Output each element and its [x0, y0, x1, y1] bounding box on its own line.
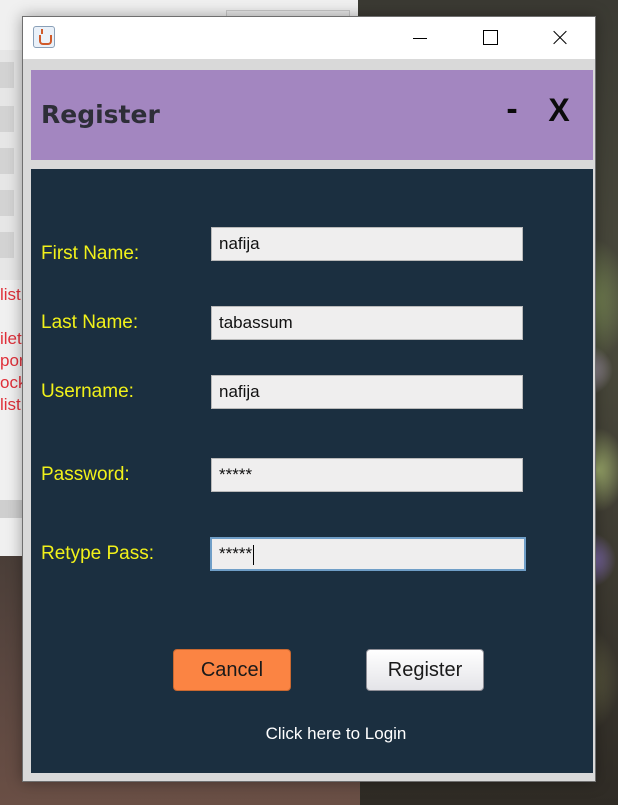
- background-strip: [0, 190, 14, 216]
- first-name-input[interactable]: nafija: [211, 227, 523, 261]
- window-titlebar[interactable]: [23, 17, 595, 59]
- background-strip: [0, 148, 14, 174]
- retype-password-label: Retype Pass:: [41, 543, 154, 564]
- background-strip: [0, 62, 14, 88]
- first-name-label: First Name:: [41, 243, 140, 264]
- password-input[interactable]: *****: [211, 458, 523, 492]
- header-close-button[interactable]: X: [541, 92, 577, 129]
- register-window: Register - X First Name: nafija Last Nam…: [22, 16, 596, 782]
- background-strip: [0, 232, 14, 258]
- login-link[interactable]: Click here to Login: [31, 724, 618, 744]
- header-bar: Register - X: [31, 70, 593, 160]
- maximize-icon[interactable]: [455, 17, 523, 59]
- retype-password-input[interactable]: *****: [210, 537, 526, 571]
- background-panel: [0, 50, 24, 280]
- window-content: Register - X First Name: nafija Last Nam…: [23, 59, 595, 781]
- minimize-icon[interactable]: [385, 17, 453, 59]
- cancel-button[interactable]: Cancel: [173, 649, 291, 691]
- java-cup-icon: [33, 26, 55, 48]
- last-name-input[interactable]: tabassum: [211, 306, 523, 340]
- retype-password-value: *****: [219, 544, 253, 563]
- password-label: Password:: [41, 464, 130, 485]
- register-button[interactable]: Register: [366, 649, 484, 691]
- text-caret: [253, 544, 255, 565]
- page-title: Register: [41, 100, 160, 129]
- background-text: list ilet por ock list: [0, 285, 24, 414]
- username-input[interactable]: nafija: [211, 375, 523, 409]
- background-scrollbar: [0, 500, 24, 518]
- header-minimize-button[interactable]: -: [499, 90, 525, 129]
- background-strip: [0, 106, 14, 132]
- close-icon[interactable]: [525, 17, 593, 59]
- username-label: Username:: [41, 381, 134, 402]
- last-name-label: Last Name:: [41, 312, 139, 333]
- registration-form: First Name: nafija Last Name: tabassum U…: [31, 169, 593, 773]
